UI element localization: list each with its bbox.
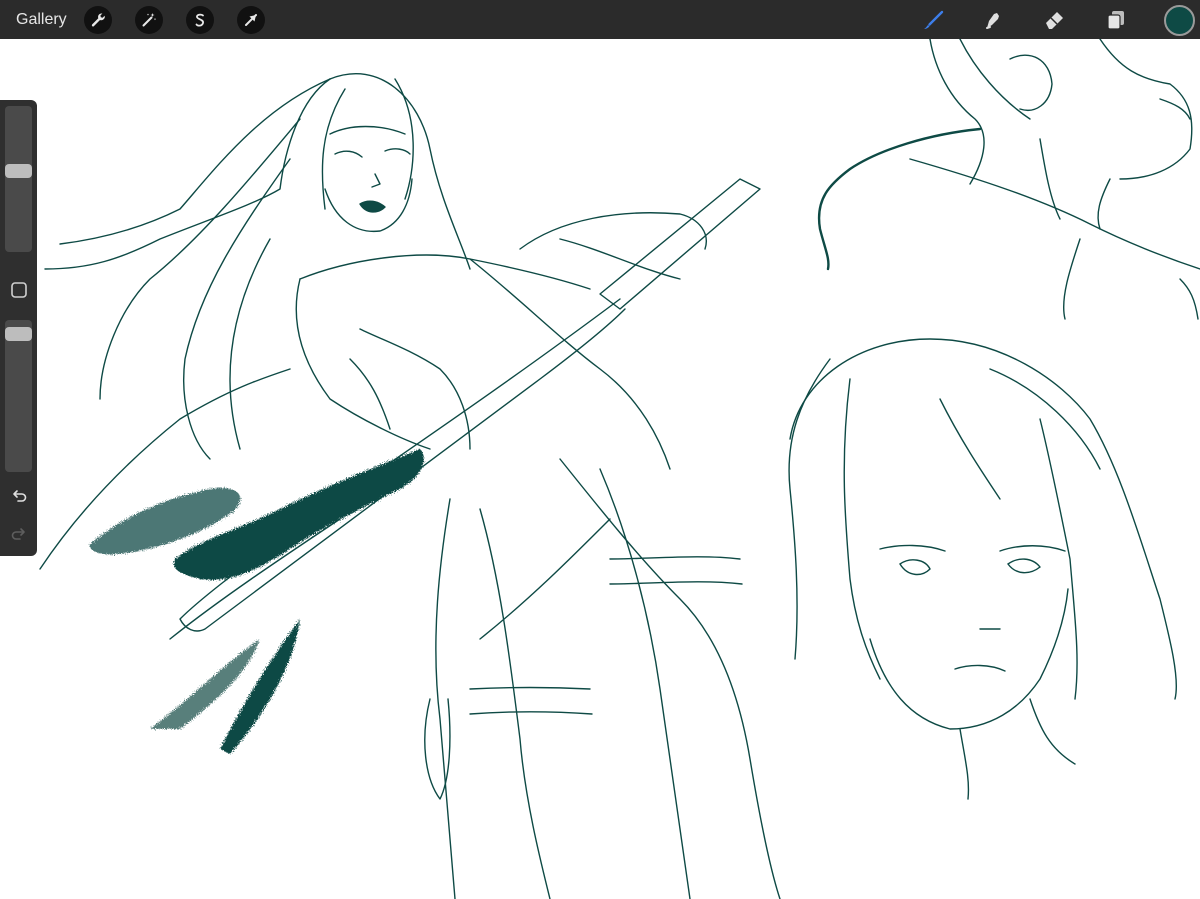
smudge-tool-button[interactable] [979,5,1009,35]
eraser-icon [1046,12,1063,29]
brush-size-handle[interactable] [5,164,32,178]
magic-wand-icon [142,13,157,27]
brush-tool-button[interactable] [918,5,948,35]
sketch-stroke [479,518,611,640]
redo-icon [11,527,25,540]
redo-button[interactable] [5,520,32,547]
sketch-stroke [609,581,743,585]
sketch-stroke [99,118,301,400]
layers-button[interactable] [1101,5,1131,35]
sketch-stroke [1007,558,1041,574]
sketch-stroke [1029,698,1076,765]
sketch-stroke [1039,418,1078,700]
sketch-stroke [295,278,431,450]
modify-button[interactable] [5,276,32,303]
sketch-stroke [519,212,707,250]
sketch-stroke [1097,178,1111,230]
sketch-stroke [1099,39,1193,180]
transform-arrow-icon [245,14,257,26]
sketch-stroke [1062,238,1081,320]
sketch-stroke [469,711,593,715]
sketch-stroke [599,178,761,310]
sketch-stroke [371,173,381,188]
sketch-stroke [1179,278,1199,320]
sketch-stroke [359,328,471,450]
sketch-stroke [929,39,985,185]
sketch-stroke [59,78,331,245]
undo-icon [12,489,26,502]
sketch-stroke [559,458,781,899]
sketch-stroke [959,39,1031,120]
sketch-stroke [44,78,331,270]
brush-icon [924,10,944,29]
brush-sidebar [0,100,37,556]
sketch-stroke [939,398,1001,500]
sketch-stroke [479,508,551,899]
sketch-stroke [869,588,1069,730]
sketch-stroke [1009,54,1053,111]
sketch-stroke [1039,138,1061,220]
sketch-stroke [599,468,691,899]
sketch-stroke [394,78,414,200]
smudge-icon [986,13,999,29]
sketch-stroke [359,200,386,213]
brush-mark [220,619,300,754]
sketch-stroke [909,158,1200,270]
selection-button[interactable] [186,6,214,34]
sketch-stroke [817,127,982,271]
sketch-stroke [609,556,741,560]
sketch-stroke [788,358,831,660]
brush-opacity-handle[interactable] [5,327,32,341]
sketch-stroke [999,545,1066,552]
sketch-stroke [469,258,671,470]
sketch-stroke [989,368,1101,470]
sketch-stroke [899,559,931,576]
sketch-stroke [349,358,391,430]
color-picker-button[interactable] [1164,5,1195,36]
sketch-stroke [329,125,406,135]
sketch-stroke [469,686,591,690]
gallery-button[interactable]: Gallery [16,0,67,39]
sketch-stroke [843,378,881,680]
undo-button[interactable] [5,482,32,509]
layers-icon [1107,11,1124,30]
drawing-canvas[interactable] [0,39,1200,899]
sketch-stroke [334,150,363,158]
modify-square-icon [10,281,27,298]
sketch-stroke [879,544,946,552]
sketch-stroke [424,698,451,800]
sketch-stroke [329,73,471,270]
brush-opacity-slider[interactable] [5,320,32,472]
sketch-stroke [384,148,411,155]
wrench-icon [91,13,105,27]
brush-size-slider[interactable] [5,106,32,252]
adjustments-button[interactable] [135,6,163,34]
sketch-stroke [435,498,456,899]
actions-button[interactable] [84,6,112,34]
transform-button[interactable] [237,6,265,34]
selection-icon [195,13,204,27]
sketch-stroke [959,728,970,800]
sketch-stroke [954,664,1006,672]
top-toolbar: Gallery [0,0,1200,39]
sketch-stroke [229,238,271,450]
eraser-tool-button[interactable] [1040,5,1070,35]
sketch-stroke [299,254,591,290]
sketch-stroke [183,158,291,460]
